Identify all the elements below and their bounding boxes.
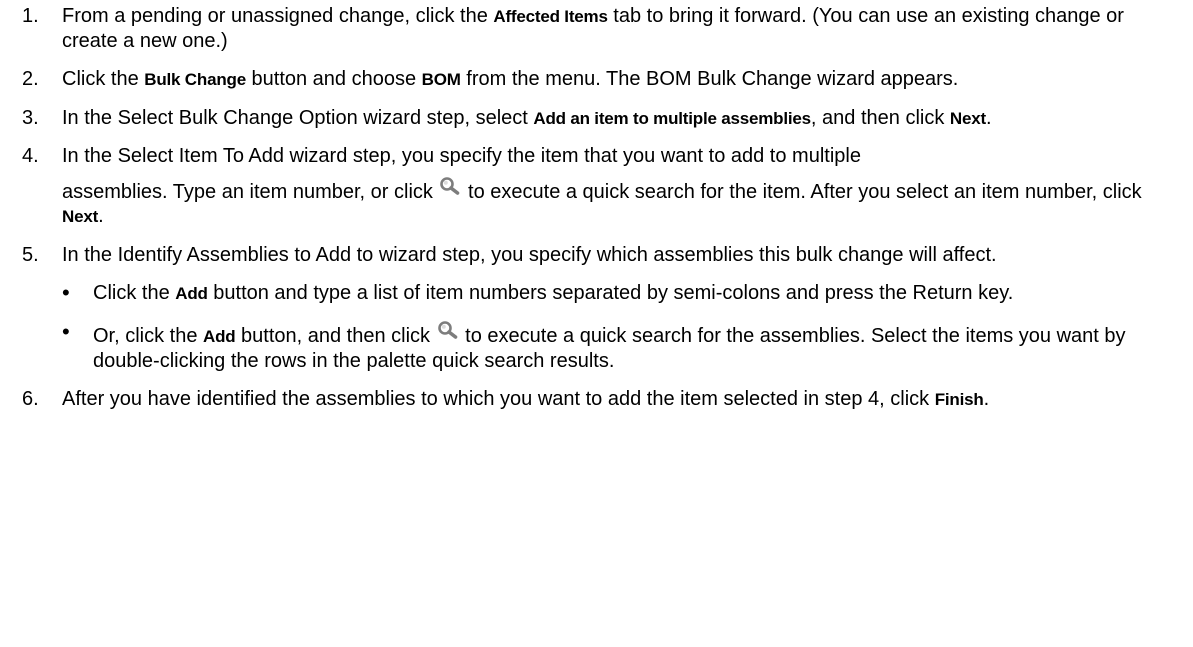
step-text: After you have identified the assemblies… <box>62 388 990 410</box>
ui-term-bom: BOM <box>421 70 461 89</box>
ui-term-add: Add <box>175 284 208 303</box>
step-2: 2. Click the Bulk Change button and choo… <box>22 67 1172 92</box>
step-3: 3. In the Select Bulk Change Option wiza… <box>22 106 1172 131</box>
search-icon <box>437 321 457 339</box>
bullet-list: • Click the Add button and type a list o… <box>62 281 1172 373</box>
step-4: 4. In the Select Item To Add wizard step… <box>22 144 1172 229</box>
bullet-item: • Click the Add button and type a list o… <box>62 280 1014 305</box>
ui-term-add-item-multiple: Add an item to multiple assemblies <box>533 109 811 128</box>
step-text: From a pending or unassigned change, cli… <box>62 5 1124 52</box>
ui-term-affected-items: Affected Items <box>493 7 608 26</box>
step-6: 6. After you have identified the assembl… <box>22 387 1172 412</box>
step-text: In the Select Bulk Change Option wizard … <box>62 107 992 129</box>
ui-term-next: Next <box>949 109 986 128</box>
bullet-item: • Or, click the Add button, and then cli… <box>62 319 1126 373</box>
step-5: 5. In the Identify Assemblies to Add to … <box>22 243 1172 373</box>
step-number: 2. <box>22 68 39 90</box>
step-text-line-1: In the Select Item To Add wizard step, y… <box>62 145 861 167</box>
procedure-document: 1. From a pending or unassigned change, … <box>0 0 1172 412</box>
step-number: 6. <box>22 388 39 410</box>
step-number: 1. <box>22 5 39 27</box>
ui-term-next: Next <box>62 207 99 226</box>
step-number: 3. <box>22 107 39 129</box>
step-text: assemblies. Type an item number, or clic… <box>62 176 1172 229</box>
ui-term-add: Add <box>203 327 236 346</box>
step-number: 4. <box>22 145 39 167</box>
step-text: In the Identify Assemblies to Add to wiz… <box>62 244 997 266</box>
search-icon <box>440 177 460 195</box>
bullet-dot: • <box>62 280 70 305</box>
bullet-dot: • <box>62 319 70 344</box>
ui-term-bulk-change: Bulk Change <box>144 70 246 89</box>
step-1: 1. From a pending or unassigned change, … <box>22 4 1172 53</box>
ui-term-finish: Finish <box>934 390 984 409</box>
step-text: Click the Bulk Change button and choose … <box>62 68 959 90</box>
step-number: 5. <box>22 244 39 266</box>
